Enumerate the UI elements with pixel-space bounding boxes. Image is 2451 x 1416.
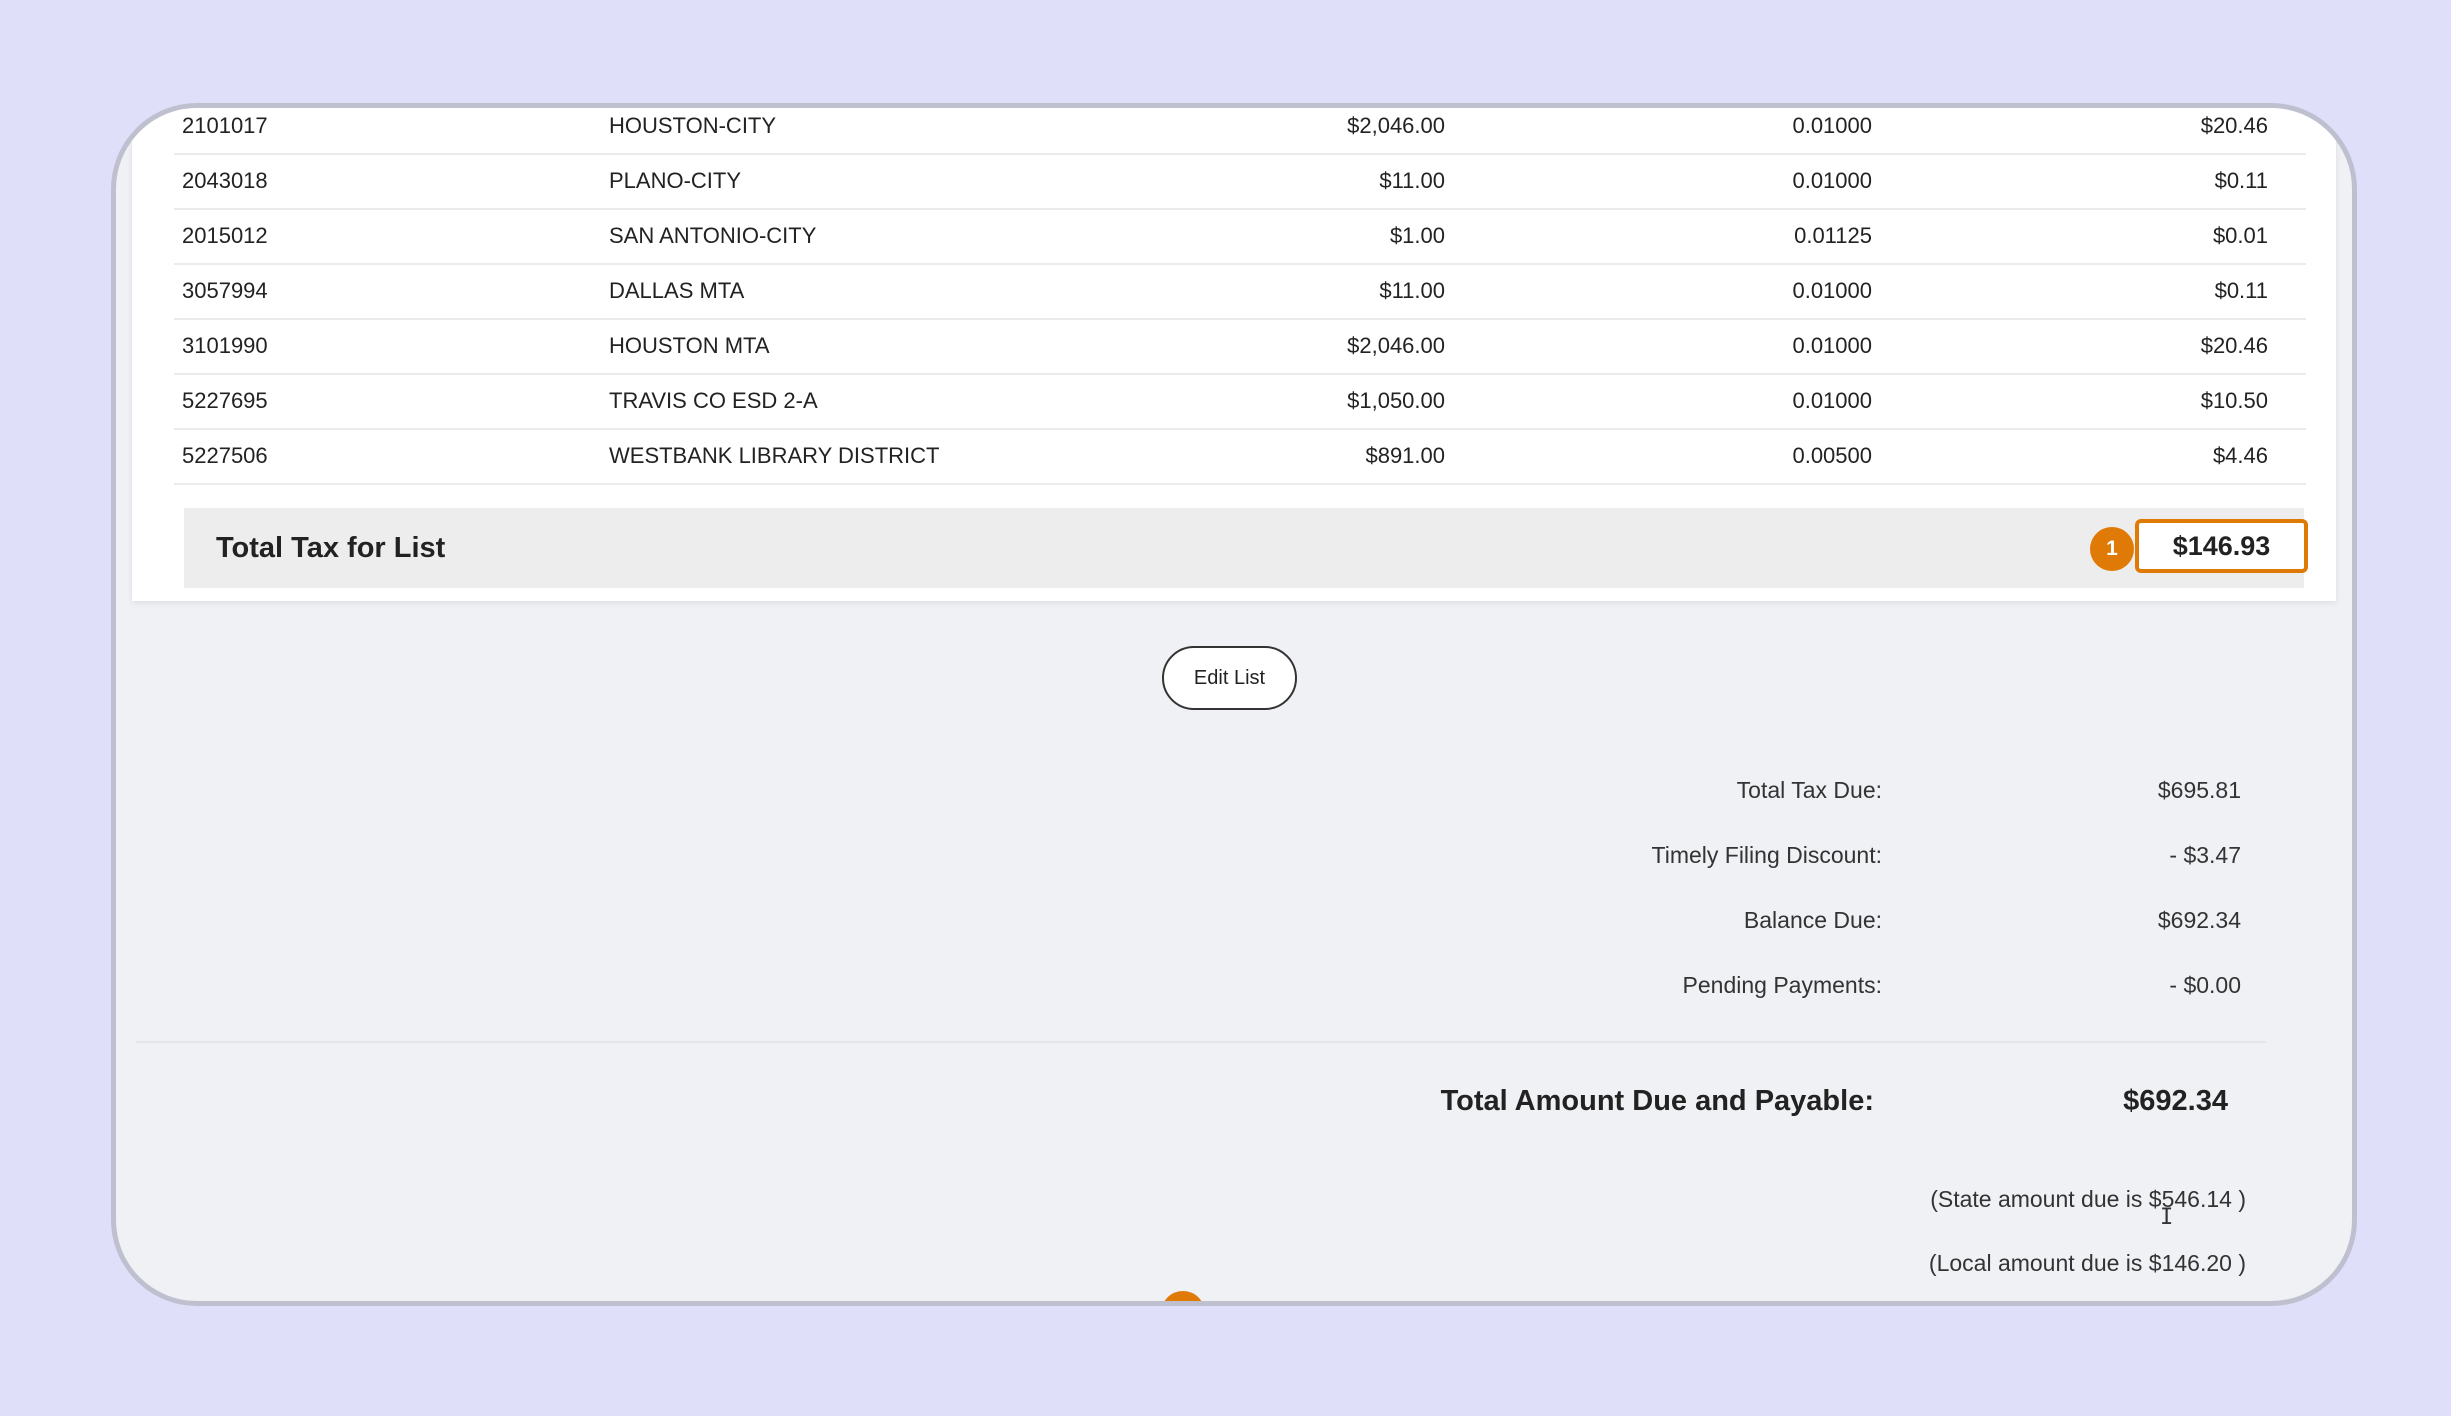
edit-list-button[interactable]: Edit List [1162, 646, 1297, 710]
account-id-cell: 2015012 [182, 223, 268, 248]
tax-rate-cell: 0.00500 [1792, 443, 1872, 468]
tax-rate-cell: 0.01000 [1792, 168, 1872, 193]
jurisdiction-name-cell: WESTBANK LIBRARY DISTRICT [609, 443, 940, 468]
tax-rate-cell: 0.01000 [1792, 388, 1872, 413]
tax-amount-cell: $20.46 [2200, 113, 2268, 138]
tax-amount-cell: $4.46 [2212, 443, 2268, 468]
account-id-cell: 2043018 [182, 168, 268, 193]
text-cursor-icon: I [2160, 1205, 2174, 1230]
table-row: 5227695 TRAVIS CO ESD 2-A $1,050.00 0.01000… [174, 373, 2306, 430]
total-tax-due-value: $695.81 [2157, 777, 2241, 803]
taxable-amount-cell: $1.00 [1389, 223, 1445, 248]
total-amount-due-label: Total Amount Due and Payable: [1440, 1085, 1874, 1117]
taxable-amount-cell: $2,046.00 [1347, 113, 1445, 138]
step-marker-dot [1161, 1291, 1205, 1301]
balance-due-value: $692.34 [2157, 907, 2241, 933]
jurisdiction-name-cell: SAN ANTONIO-CITY [609, 223, 817, 248]
table-row: 2101017 HOUSTON-CITY $2,046.00 0.01000 $20.4… [174, 108, 2306, 155]
account-id-cell: 3101990 [182, 333, 268, 358]
taxable-amount-cell: $11.00 [1379, 168, 1445, 193]
table-row: 2015012 SAN ANTONIO-CITY $1.00 0.01125 $0.01 [174, 208, 2306, 265]
tax-amount-cell: $0.11 [2214, 278, 2268, 303]
jurisdiction-name-cell: PLANO-CITY [609, 168, 742, 193]
total-tax-row: Total Tax for List 1 $146.93 [184, 508, 2308, 588]
taxable-amount-cell: $891.00 [1365, 443, 1445, 468]
total-tax-due-label: Total Tax Due: [1736, 777, 1882, 803]
account-id-cell: 5227695 [182, 388, 268, 413]
summary-divider [136, 1041, 2266, 1043]
tax-rate-cell: 0.01125 [1794, 223, 1872, 248]
taxable-amount-cell: $11.00 [1379, 278, 1445, 303]
timely-filing-discount-value: - $3.47 [2169, 842, 2241, 868]
app-window: 2101017 HOUSTON-CITY $2,046.00 0.01000 $20.4… [111, 103, 2357, 1306]
total-tax-label: Total Tax for List [216, 532, 446, 564]
tax-list-card: 2101017 HOUSTON-CITY $2,046.00 0.01000 $20.4… [132, 108, 2336, 601]
tax-amount-cell: $20.46 [2200, 333, 2268, 358]
account-id-cell: 5227506 [182, 443, 268, 468]
jurisdiction-name-cell: TRAVIS CO ESD 2-A [609, 388, 818, 413]
state-amount-note: (State amount due is $546.14 ) [1930, 1186, 2246, 1212]
pending-payments-label: Pending Payments: [1682, 972, 1882, 998]
tax-rate-cell: 0.01000 [1792, 278, 1872, 303]
tax-amount-cell: $10.50 [2200, 388, 2268, 413]
table-row: 3101990 HOUSTON MTA $2,046.00 0.01000 $20.46 [174, 318, 2306, 375]
jurisdiction-name-cell: HOUSTON-CITY [609, 113, 777, 138]
total-tax-value: $146.93 [2135, 519, 2308, 573]
taxable-amount-cell: $2,046.00 [1347, 333, 1445, 358]
tax-amount-cell: $0.11 [2214, 168, 2268, 193]
taxable-amount-cell: $1,050.00 [1347, 388, 1445, 413]
tax-amount-cell: $0.01 [2212, 223, 2268, 248]
table-row: 2043018 PLANO-CITY $11.00 0.01000 $0.11 [174, 153, 2306, 210]
step-number-badge: 1 [2090, 527, 2134, 571]
pending-payments-value: - $0.00 [2169, 972, 2241, 998]
account-id-cell: 2101017 [182, 113, 268, 138]
tax-rate-cell: 0.01000 [1792, 333, 1872, 358]
local-amount-note: (Local amount due is $146.20 ) [1928, 1250, 2246, 1276]
table-row: 3057994 DALLAS MTA $11.00 0.01000 $0.11 [174, 263, 2306, 320]
jurisdiction-name-cell: HOUSTON MTA [609, 333, 770, 358]
timely-filing-discount-label: Timely Filing Discount: [1651, 842, 1882, 868]
jurisdiction-name-cell: DALLAS MTA [609, 278, 745, 303]
total-amount-due-value: $692.34 [2123, 1085, 2228, 1117]
table-row: 5227506 WESTBANK LIBRARY DISTRICT $891.00 0… [174, 428, 2306, 485]
account-id-cell: 3057994 [182, 278, 268, 303]
tax-rate-cell: 0.01000 [1792, 113, 1872, 138]
balance-due-label: Balance Due: [1743, 907, 1882, 933]
